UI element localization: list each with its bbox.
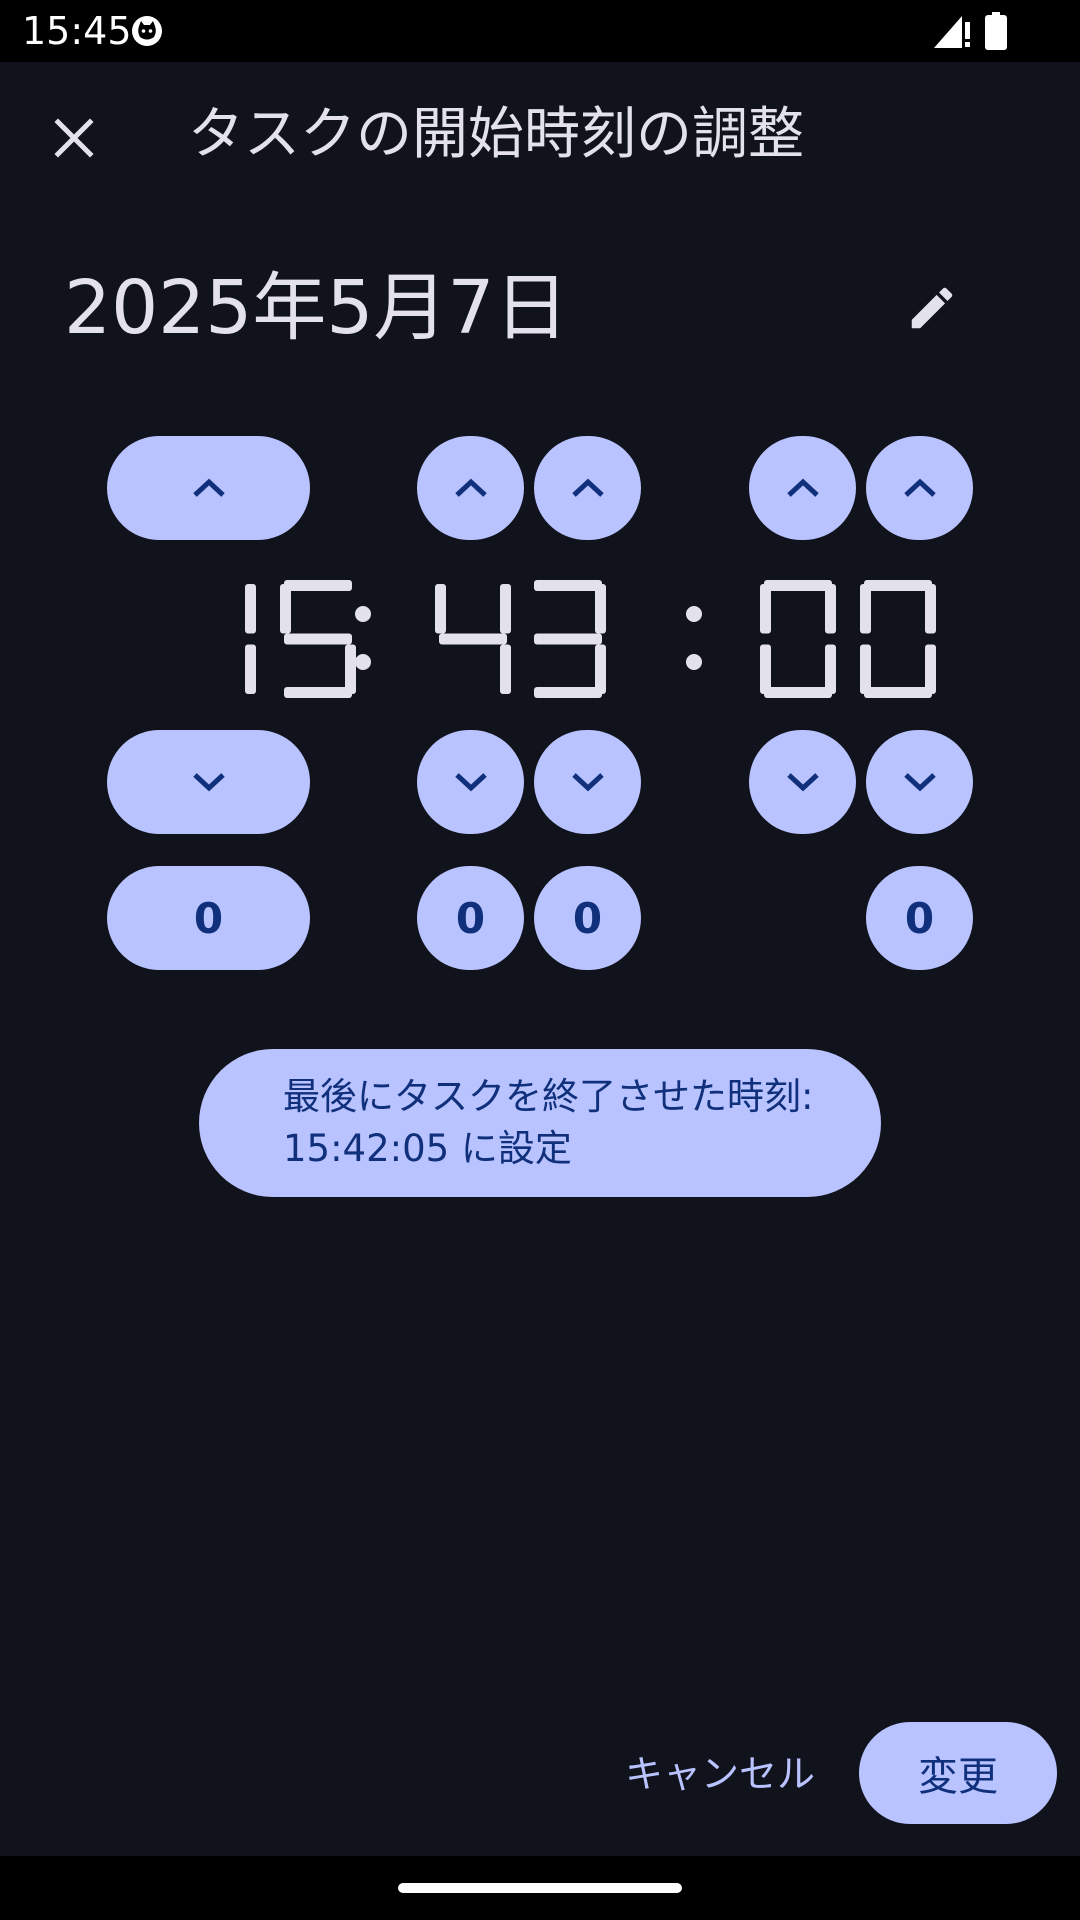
seconds-ones-decrement-button[interactable] [866, 730, 973, 834]
segment-b [245, 584, 256, 634]
segment-c [245, 644, 256, 694]
close-button[interactable] [40, 104, 108, 172]
date-label: 2025年5月7日 [64, 265, 569, 351]
hours-reset-button[interactable]: 0 [107, 866, 310, 970]
chevron-up-icon [786, 478, 819, 497]
segment-b [925, 584, 936, 634]
segment-b [825, 584, 836, 634]
seconds-tens-digit [760, 580, 836, 698]
minutes-seconds-separator [686, 606, 702, 670]
time-display [160, 570, 980, 710]
edit-date-button[interactable] [896, 272, 968, 344]
segment-d [764, 687, 832, 698]
segment-d [864, 687, 932, 698]
segment-e [860, 644, 871, 694]
minutes-tens-reset-button[interactable]: 0 [417, 866, 524, 970]
hint-line-2: 15:42:05 に設定 [283, 1127, 572, 1170]
seconds-tens-decrement-button[interactable] [749, 730, 856, 834]
last-end-time-chip[interactable]: 最後にタスクを終了させた時刻: 15:42:05 に設定 [199, 1049, 881, 1197]
minutes-tens-digit [435, 584, 511, 694]
hours-decrement-button[interactable] [107, 730, 310, 834]
segment-g [284, 633, 352, 645]
segment-f [280, 584, 291, 634]
status-time: 15:45 [22, 9, 132, 53]
battery-icon [984, 12, 1008, 50]
pencil-icon [911, 287, 953, 329]
page-title: タスクの開始時刻の調整 [188, 102, 804, 167]
segment-f [760, 584, 771, 634]
seconds-ones-digit [860, 580, 936, 698]
segment-b [595, 584, 606, 634]
signal-icon [932, 12, 972, 50]
minutes-ones-reset-label: 0 [572, 893, 603, 943]
hours-ones-digit [280, 580, 356, 698]
hours-reset-label: 0 [193, 893, 224, 943]
minutes-tens-reset-label: 0 [455, 893, 486, 943]
minutes-tens-decrement-button[interactable] [417, 730, 524, 834]
hours-tens-digit [245, 584, 256, 694]
segment-f [860, 584, 871, 634]
segment-e [760, 644, 771, 694]
chevron-down-icon [571, 773, 604, 792]
segment-c [825, 644, 836, 694]
minutes-ones-increment-button[interactable] [534, 436, 641, 540]
segment-c [345, 644, 356, 694]
segment-g [534, 633, 602, 645]
segment-f [435, 584, 446, 634]
cancel-button[interactable]: キャンセル [620, 1728, 820, 1812]
hours-increment-button[interactable] [107, 436, 310, 540]
segment-c [500, 644, 511, 694]
cat-notification-icon [130, 14, 164, 48]
segment-c [925, 644, 936, 694]
chevron-down-icon [192, 773, 225, 792]
hint-line-1: 最後にタスクを終了させた時刻: [283, 1075, 814, 1118]
chevron-up-icon [903, 478, 936, 497]
seconds-reset-button[interactable]: 0 [866, 866, 973, 970]
segment-g [439, 633, 507, 645]
minutes-tens-increment-button[interactable] [417, 436, 524, 540]
chevron-down-icon [786, 773, 819, 792]
seconds-reset-label: 0 [904, 893, 935, 943]
change-button[interactable]: 変更 [859, 1722, 1057, 1824]
segment-a [764, 580, 832, 591]
segment-b [500, 584, 511, 634]
segment-a [534, 580, 602, 591]
segment-c [595, 644, 606, 694]
chevron-up-icon [571, 478, 604, 497]
segment-d [284, 687, 352, 698]
chevron-down-icon [903, 773, 936, 792]
seconds-tens-increment-button[interactable] [749, 436, 856, 540]
hours-minutes-separator [355, 606, 371, 670]
seven-segment-time [245, 580, 936, 698]
chevron-up-icon [454, 478, 487, 497]
chevron-up-icon [192, 478, 225, 497]
seconds-ones-increment-button[interactable] [866, 436, 973, 540]
segment-a [284, 580, 352, 591]
minutes-ones-reset-button[interactable]: 0 [534, 866, 641, 970]
minutes-ones-decrement-button[interactable] [534, 730, 641, 834]
chevron-down-icon [454, 773, 487, 792]
close-icon [54, 118, 94, 158]
home-handle[interactable] [398, 1883, 682, 1893]
segment-a [864, 580, 932, 591]
minutes-ones-digit [534, 580, 606, 698]
segment-d [534, 687, 602, 698]
